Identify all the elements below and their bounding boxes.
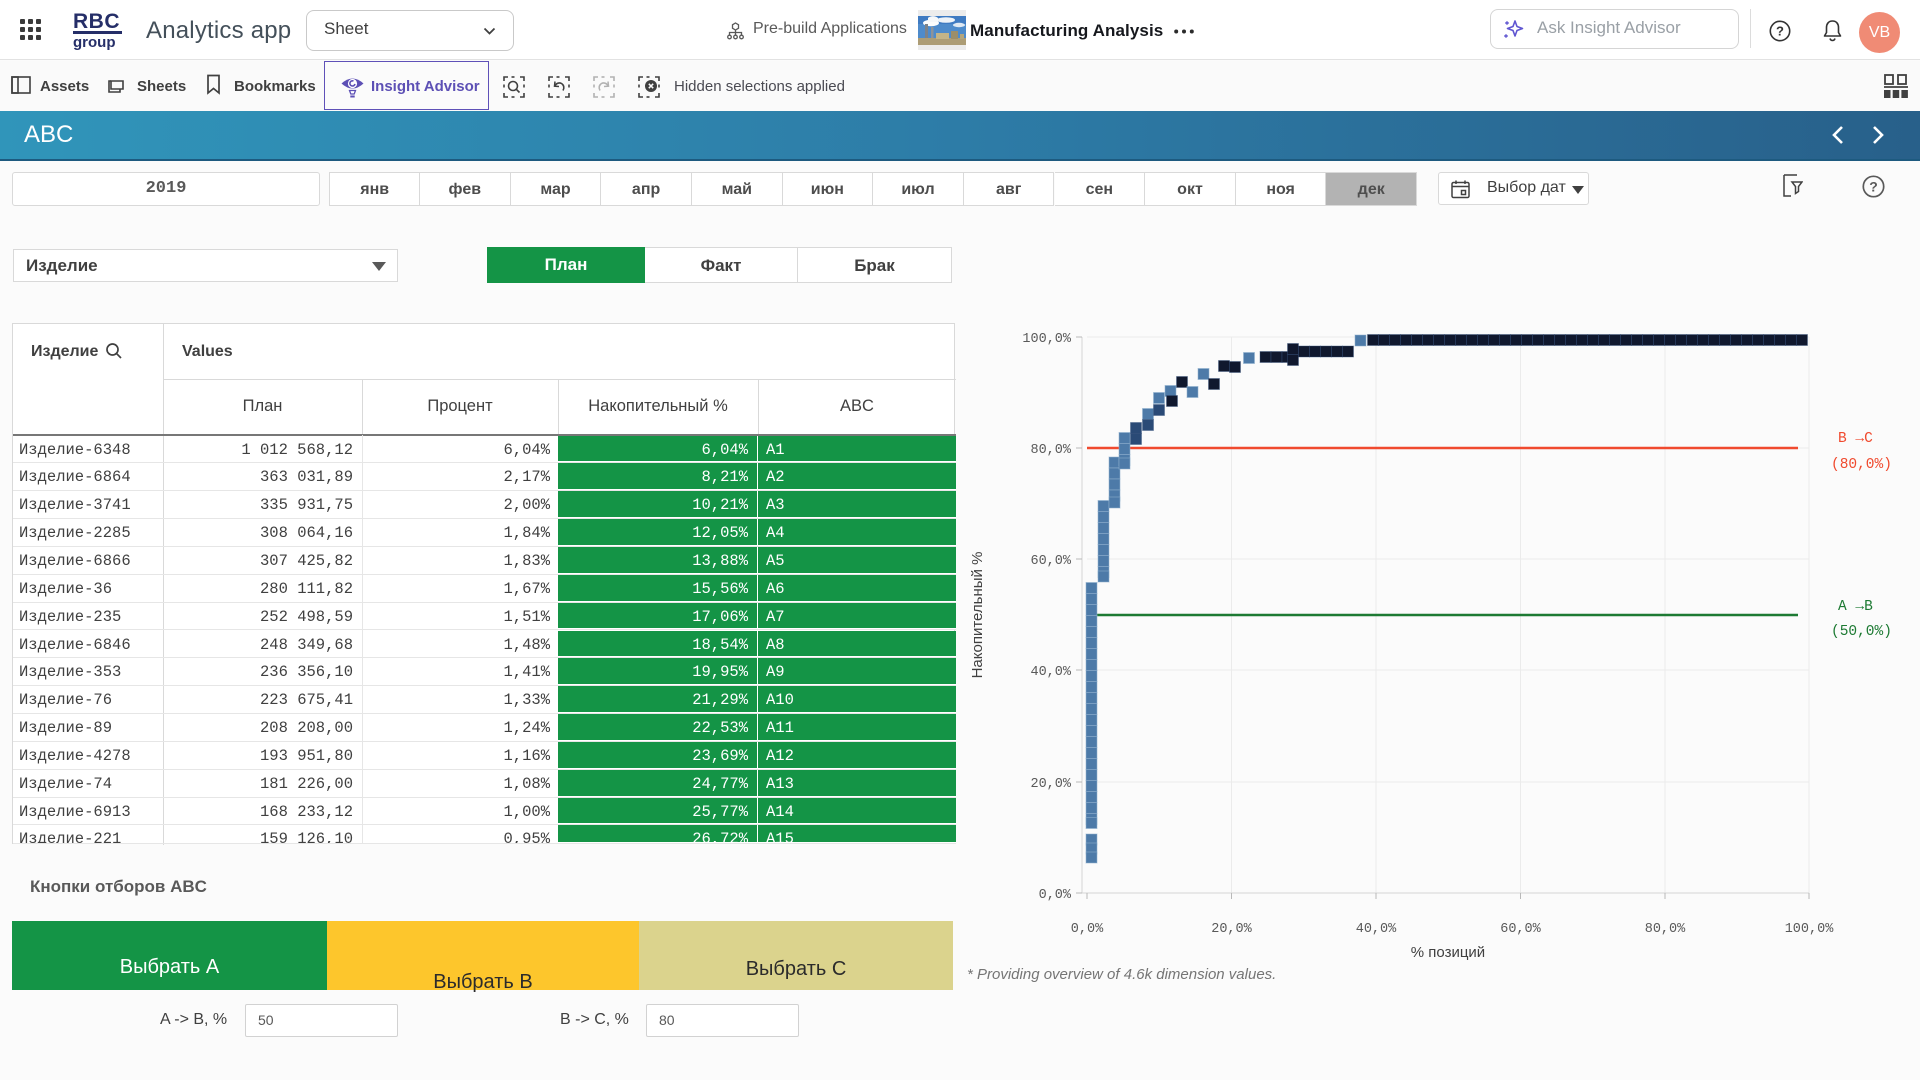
svg-text:40,0%: 40,0% [1356, 922, 1397, 937]
svg-text:?: ? [1776, 24, 1784, 39]
svg-text:?: ? [1869, 179, 1878, 195]
svg-text:20,0%: 20,0% [1211, 922, 1252, 937]
svg-text:% позиций: % позиций [1411, 944, 1485, 961]
svg-text:0,0%: 0,0% [1071, 922, 1104, 937]
svg-text:A →B: A →B [1838, 599, 1873, 615]
svg-text:40,0%: 40,0% [1030, 665, 1071, 680]
svg-text:20,0%: 20,0% [1030, 777, 1071, 792]
svg-text:100,0%: 100,0% [1022, 332, 1072, 347]
svg-text:B →C: B →C [1838, 431, 1873, 447]
svg-text:80,0%: 80,0% [1030, 443, 1071, 458]
svg-text:(50,0%): (50,0%) [1831, 624, 1892, 640]
svg-text:60,0%: 60,0% [1030, 554, 1071, 569]
svg-text:* Providing overview of 4.6k d: * Providing overview of 4.6k dimension v… [967, 966, 1276, 983]
svg-text:Накопительный %: Накопительный % [969, 552, 986, 679]
svg-text:100,0%: 100,0% [1785, 922, 1835, 937]
svg-text:0,0%: 0,0% [1039, 888, 1072, 903]
svg-text:60,0%: 60,0% [1500, 922, 1541, 937]
svg-text:80,0%: 80,0% [1645, 922, 1686, 937]
svg-text:(80,0%): (80,0%) [1831, 457, 1892, 473]
